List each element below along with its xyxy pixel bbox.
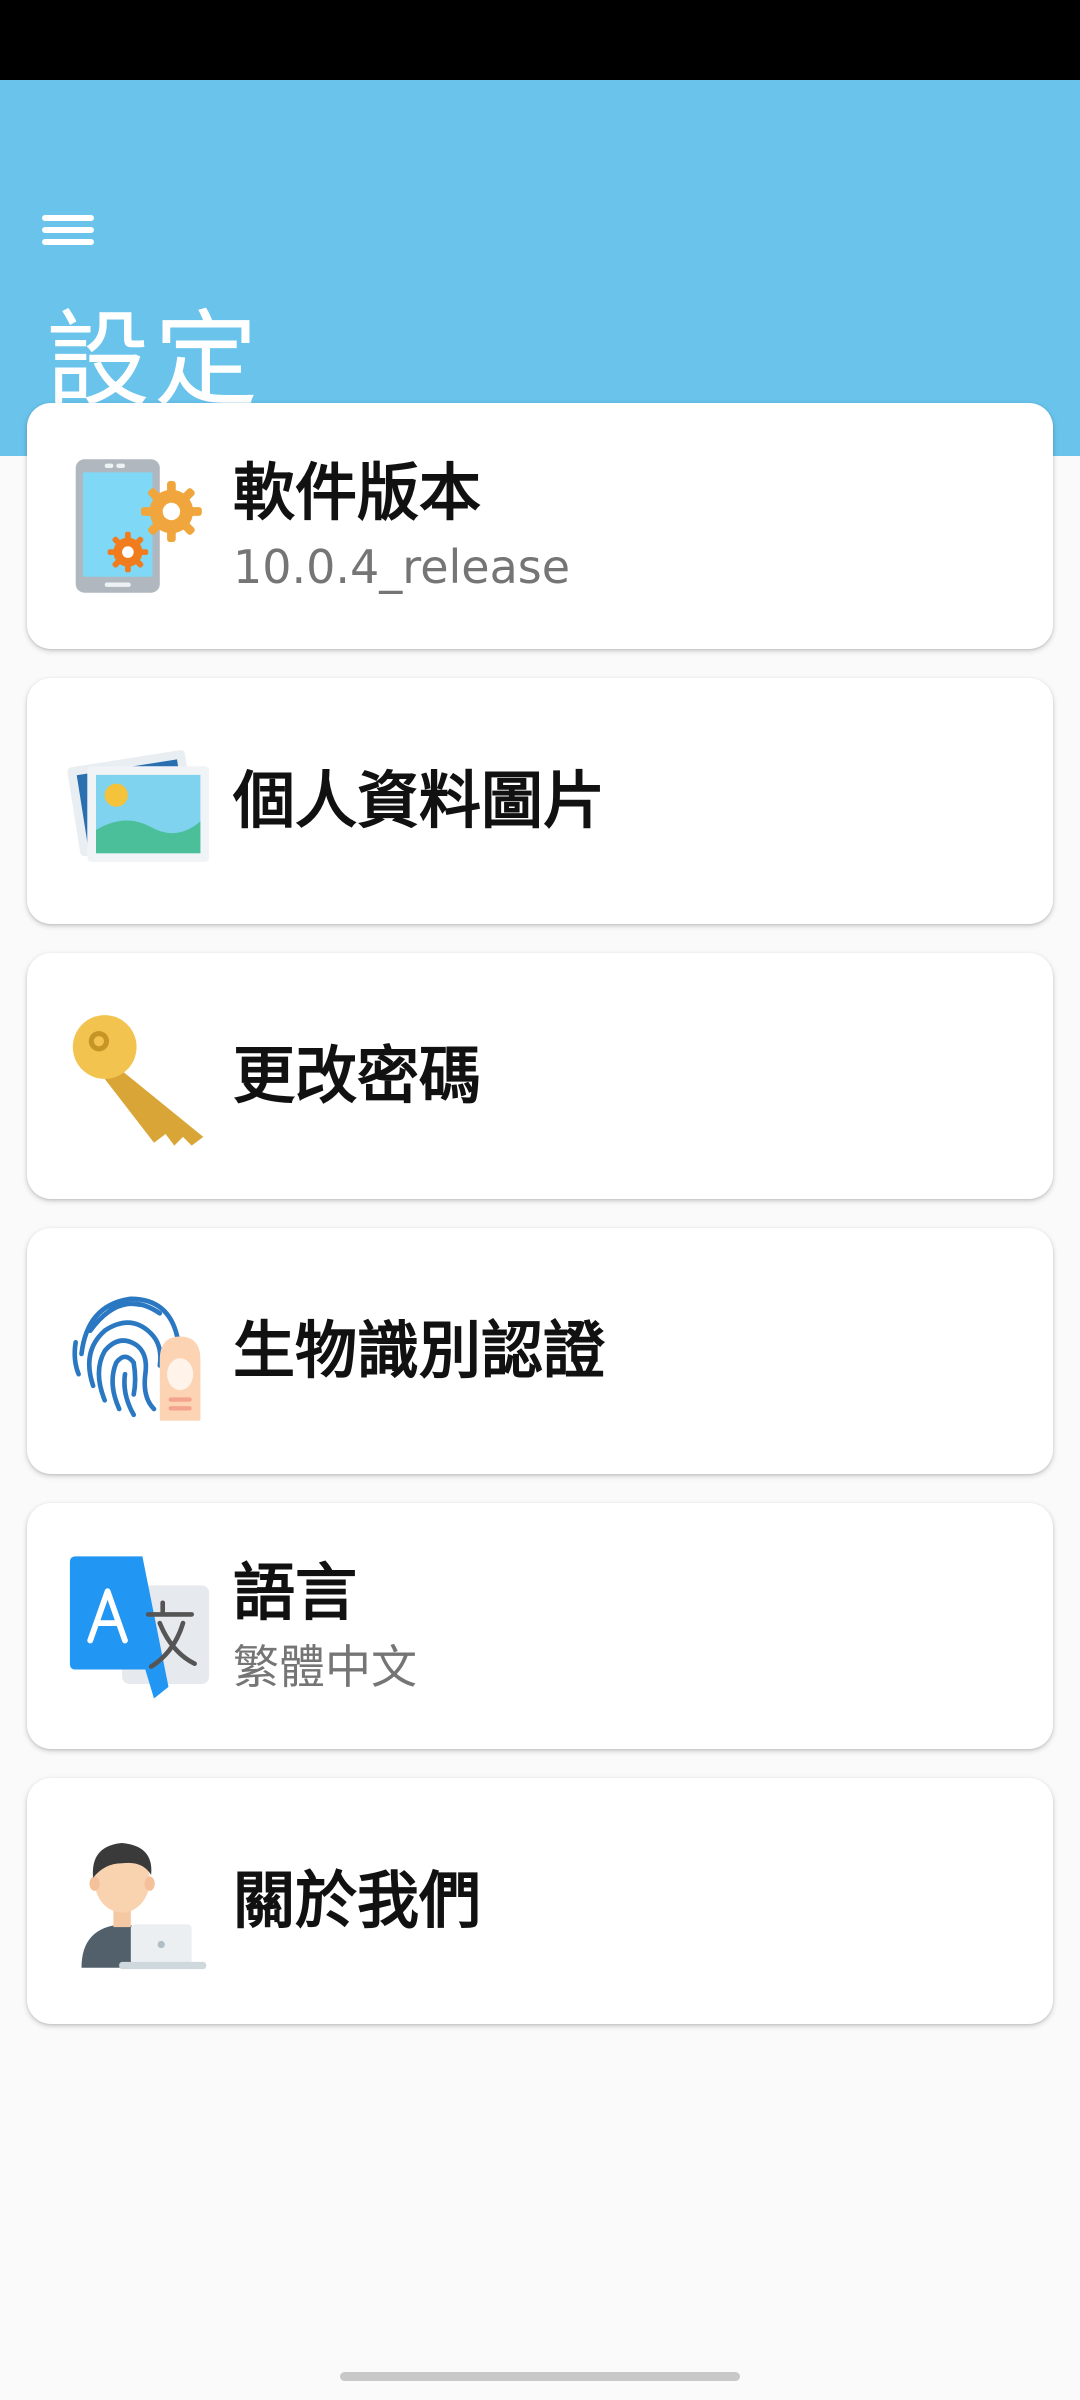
change-password-item[interactable]: 更改密碼 <box>27 953 1053 1199</box>
fingerprint-icon <box>67 1279 212 1424</box>
language-text: 語言 繁體中文 <box>233 1556 417 1696</box>
status-bar <box>0 0 1080 80</box>
software-version-value: 10.0.4_release <box>233 540 571 595</box>
language-item[interactable]: 語言 繁體中文 <box>27 1503 1053 1749</box>
app-header: 設定 <box>0 80 1080 456</box>
phone-settings-icon <box>67 454 212 599</box>
language-label: 語言 <box>233 1556 358 1630</box>
profile-picture-text: 個人資料圖片 <box>233 764 605 838</box>
software-version-text: 軟件版本 10.0.4_release <box>233 456 570 596</box>
picture-icon <box>67 729 212 874</box>
language-value: 繁體中文 <box>233 1640 417 1695</box>
hamburger-menu-icon[interactable] <box>28 190 108 270</box>
biometric-auth-label: 生物識別認證 <box>233 1313 606 1387</box>
user-laptop-icon <box>67 1829 212 1974</box>
home-indicator[interactable] <box>340 2372 740 2381</box>
software-version-label: 軟件版本 <box>233 456 482 530</box>
key-icon <box>67 1004 212 1149</box>
about-us-item[interactable]: 關於我們 <box>27 1778 1053 2024</box>
software-version-item[interactable]: 軟件版本 10.0.4_release <box>27 403 1053 649</box>
translate-icon <box>67 1554 212 1699</box>
page-title: 設定 <box>46 299 263 421</box>
change-password-text: 更改密碼 <box>233 1039 481 1113</box>
about-us-label: 關於我們 <box>233 1863 482 1937</box>
biometric-auth-text: 生物識別認證 <box>233 1314 605 1388</box>
about-us-text: 關於我們 <box>233 1864 481 1938</box>
profile-picture-label: 個人資料圖片 <box>233 763 606 837</box>
biometric-auth-item[interactable]: 生物識別認證 <box>27 1228 1053 1474</box>
change-password-label: 更改密碼 <box>233 1038 482 1112</box>
profile-picture-item[interactable]: 個人資料圖片 <box>27 678 1053 924</box>
